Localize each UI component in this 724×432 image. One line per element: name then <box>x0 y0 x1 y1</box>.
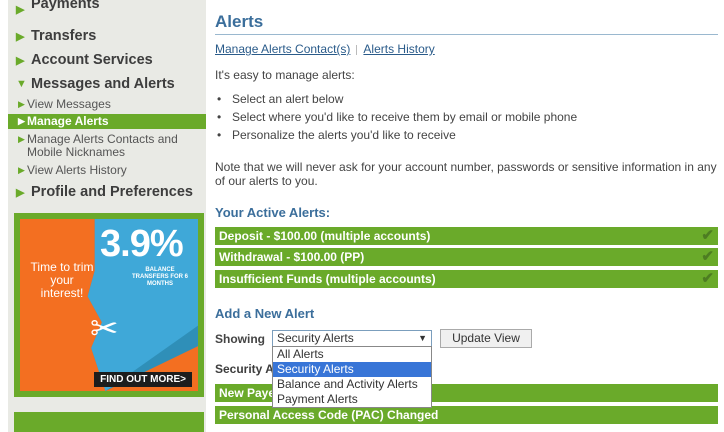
promo-rate: 3.9% <box>100 223 184 265</box>
sidebar-item-label: Account Services <box>31 52 153 68</box>
triangle-right-icon: ▶ <box>16 186 25 199</box>
manage-alerts-contacts-link[interactable]: Manage Alerts Contact(s) <box>215 42 350 56</box>
checkmark-icon: ✔ <box>701 270 714 287</box>
promo-banner-art: Time to trim your interest! 3.9% BALANCE… <box>20 219 198 391</box>
select-value: Security Alerts <box>277 331 354 345</box>
list-item: Personalize the alerts you'd like to rec… <box>217 128 577 146</box>
checkmark-icon: ✔ <box>701 227 714 244</box>
sidebar-subitem-view-alerts-history[interactable]: ▶ View Alerts History <box>8 164 206 178</box>
triangle-right-icon: ▶ <box>18 134 25 144</box>
alert-label: Personal Access Code (PAC) Changed <box>219 408 439 422</box>
alert-label: Deposit - $100.00 (multiple accounts) <box>219 229 431 243</box>
triangle-right-icon: ▶ <box>18 165 25 175</box>
sidebar-subitem-manage-alerts-contacts[interactable]: ▶ Manage Alerts Contacts and Mobile Nick… <box>8 133 206 161</box>
dropdown-option[interactable]: Balance and Activity Alerts <box>273 377 431 392</box>
sidebar-subitem-view-messages[interactable]: ▶ View Messages <box>8 98 206 112</box>
sidebar-promo-block <box>14 412 204 432</box>
sidebar-nav: ▶ Payments ▶ Transfers ▶ Account Service… <box>8 0 206 432</box>
triangle-right-icon: ▶ <box>18 116 25 126</box>
scissors-icon: ✂ <box>90 310 119 348</box>
sidebar-item-label: Messages and Alerts <box>31 76 175 92</box>
alert-label: New Paye <box>219 386 276 400</box>
sidebar-item-transfers[interactable]: ▶ Transfers <box>8 27 206 45</box>
security-alerts-heading: Security A <box>215 362 274 376</box>
sidebar-subitem-label: View Messages <box>27 97 111 111</box>
alert-category-dropdown: All Alerts Security Alerts Balance and A… <box>272 346 432 408</box>
alerts-links: Manage Alerts Contact(s) Alerts History <box>215 42 435 56</box>
triangle-down-icon: ▼ <box>16 78 27 90</box>
alert-category-select[interactable]: Security Alerts ▼ <box>272 330 432 347</box>
sidebar-item-label: Profile and Preferences <box>31 184 193 200</box>
promo-banner[interactable]: Time to trim your interest! 3.9% BALANCE… <box>14 213 204 397</box>
update-view-button[interactable]: Update View <box>440 329 532 348</box>
promo-subtext: BALANCE TRANSFERS FOR 6 MONTHS <box>131 267 188 287</box>
list-item: Select an alert below <box>217 92 577 110</box>
alert-label: Insufficient Funds (multiple accounts) <box>219 272 436 286</box>
showing-label: Showing <box>215 332 265 346</box>
title-divider <box>215 34 718 35</box>
triangle-right-icon: ▶ <box>16 30 25 43</box>
sidebar-item-label: Payments <box>31 0 100 12</box>
instructions-list: Select an alert below Select where you'd… <box>217 92 577 146</box>
triangle-right-icon: ▶ <box>16 3 25 16</box>
dropdown-option[interactable]: Payment Alerts <box>273 392 431 407</box>
triangle-right-icon: ▶ <box>16 54 25 67</box>
sidebar-item-payments[interactable]: ▶ Payments <box>8 0 206 18</box>
security-alert-row[interactable]: Personal Access Code (PAC) Changed <box>215 406 718 424</box>
link-separator <box>356 44 358 55</box>
dropdown-option[interactable]: Security Alerts <box>273 362 431 377</box>
active-alert-row[interactable]: Insufficient Funds (multiple accounts) ✔ <box>215 270 718 288</box>
triangle-right-icon: ▶ <box>18 99 25 109</box>
sidebar-subitem-manage-alerts[interactable]: ▶ Manage Alerts <box>8 114 206 129</box>
sidebar-subitem-label: View Alerts History <box>27 163 127 177</box>
list-item: Select where you'd like to receive them … <box>217 110 577 128</box>
intro-text: It's easy to manage alerts: <box>215 68 355 82</box>
page-title: Alerts <box>215 12 264 31</box>
sidebar-item-profile-and-preferences[interactable]: ▶ Profile and Preferences <box>8 183 206 201</box>
active-alert-row[interactable]: Withdrawal - $100.00 (PP) ✔ <box>215 248 718 266</box>
promo-headline: Time to trim your interest! <box>30 260 94 300</box>
active-alerts-heading: Your Active Alerts: <box>215 205 331 220</box>
sidebar-item-label: Transfers <box>31 28 97 44</box>
promo-find-out-more-button[interactable]: FIND OUT MORE> <box>94 372 192 387</box>
alert-label: Withdrawal - $100.00 (PP) <box>219 250 365 264</box>
alerts-history-link[interactable]: Alerts History <box>363 42 434 56</box>
checkmark-icon: ✔ <box>701 248 714 265</box>
dropdown-arrow-icon: ▼ <box>418 333 427 343</box>
sidebar-subitem-label: Manage Alerts Contacts and Mobile Nickna… <box>27 132 178 159</box>
dropdown-option[interactable]: All Alerts <box>273 347 431 362</box>
sidebar-item-account-services[interactable]: ▶ Account Services <box>8 51 206 69</box>
sidebar-item-messages-and-alerts[interactable]: ▼ Messages and Alerts <box>8 75 206 93</box>
active-alert-row[interactable]: Deposit - $100.00 (multiple accounts) ✔ <box>215 227 718 245</box>
security-note: Note that we will never ask for your acc… <box>215 160 717 188</box>
sidebar-subitem-label: Manage Alerts <box>27 114 109 128</box>
add-alert-heading: Add a New Alert <box>215 306 315 321</box>
